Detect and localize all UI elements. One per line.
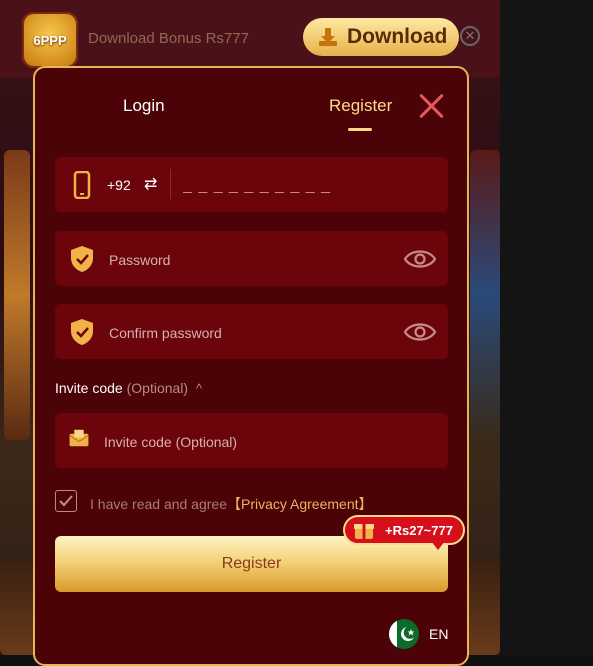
check-icon (59, 495, 73, 507)
shield-icon (71, 319, 93, 345)
password-input[interactable] (107, 247, 391, 273)
invite-code-toggle[interactable]: Invite code (Optional) ^ (55, 380, 202, 396)
invite-optional-label: (Optional) (126, 380, 189, 396)
invite-code-field (55, 413, 448, 468)
password-field (55, 231, 448, 286)
country-code[interactable]: +92 (107, 177, 131, 193)
app-logo: 6PPP (22, 12, 78, 68)
tab-active-indicator (348, 128, 372, 131)
eye-icon[interactable] (403, 246, 437, 272)
pakistan-flag-icon (389, 619, 419, 649)
phone-input[interactable] (181, 173, 435, 199)
tab-login[interactable]: Login (123, 96, 165, 116)
confirm-password-field (55, 304, 448, 359)
download-icon (319, 28, 337, 46)
invite-label: Invite code (55, 380, 123, 396)
swap-icon[interactable]: ⇄ (144, 174, 157, 194)
logo-text: 6PPP (33, 32, 67, 48)
tab-register[interactable]: Register (329, 96, 392, 116)
close-icon[interactable] (418, 92, 446, 120)
download-button-label: Download (347, 25, 448, 48)
background-right-strip (500, 0, 593, 655)
shield-icon (71, 246, 93, 272)
language-code: EN (429, 626, 449, 642)
phone-icon (73, 171, 91, 199)
download-bonus-text: Download Bonus Rs777 (88, 30, 249, 47)
eye-icon[interactable] (403, 319, 437, 345)
invite-code-input[interactable] (102, 429, 386, 455)
register-modal: Login Register +92 ⇄ _ _ _ _ _ _ _ _ _ _… (33, 66, 469, 666)
language-selector[interactable]: EN (389, 619, 448, 649)
bonus-badge-tail (431, 541, 445, 550)
agreement-checkbox[interactable] (55, 490, 77, 512)
chevron-up-icon: ^ (195, 381, 203, 396)
close-download-bar-icon[interactable]: ✕ (460, 26, 480, 46)
side-deco-right (470, 150, 500, 440)
download-button[interactable]: Download (303, 18, 459, 56)
phone-divider (170, 169, 171, 199)
envelope-icon (69, 429, 89, 447)
agreement-label: I have read and agree (90, 496, 227, 512)
gift-icon (354, 524, 374, 539)
phone-field: +92 ⇄ (55, 157, 448, 212)
side-deco-left (4, 150, 30, 440)
bonus-badge: +Rs27~777 (343, 515, 465, 550)
privacy-agreement-link[interactable]: 【Privacy Agreement】 (227, 496, 373, 512)
confirm-password-input[interactable] (107, 320, 391, 346)
agreement-text: I have read and agree【Privacy Agreement】 (90, 494, 373, 514)
bonus-text: +Rs27~777 (385, 522, 453, 538)
